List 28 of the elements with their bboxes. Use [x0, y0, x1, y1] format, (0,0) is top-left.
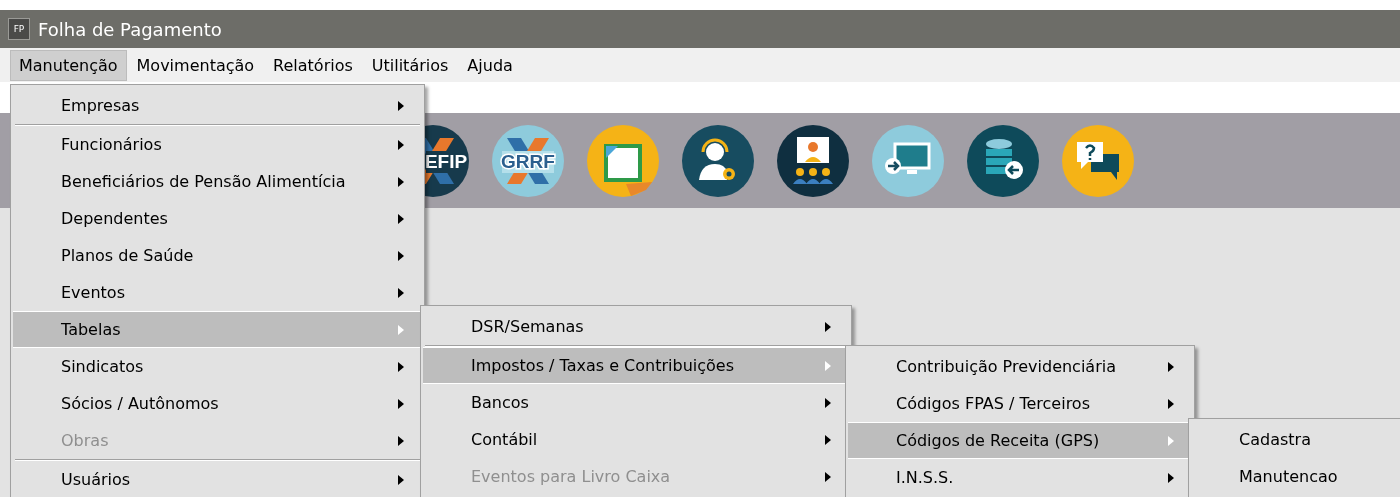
- menu-item[interactable]: Tabelas: [13, 311, 422, 348]
- menu-bar-item[interactable]: Movimentação: [127, 49, 264, 81]
- menu-item[interactable]: Códigos FPAS / Terceiros: [848, 385, 1192, 422]
- menu-item[interactable]: Planos de Saúde: [13, 237, 422, 274]
- window-title: Folha de Pagamento: [38, 18, 222, 40]
- menu-item[interactable]: Sócios / Autônomos: [13, 385, 422, 422]
- menu-bar-item[interactable]: Relatórios: [264, 49, 362, 81]
- menu-item[interactable]: Contábil: [423, 421, 849, 458]
- menu-item[interactable]: Cadastra: [1191, 421, 1399, 458]
- menu-item[interactable]: I.N.S.S.: [848, 459, 1192, 496]
- menu-item[interactable]: Usuários: [13, 461, 422, 497]
- menu-item[interactable]: Manutencao: [1191, 458, 1399, 495]
- menu-item[interactable]: Empresas: [13, 87, 422, 124]
- menu-item[interactable]: DSR/Semanas: [423, 308, 849, 345]
- headset-user-icon[interactable]: [681, 123, 755, 198]
- menu-bar-item[interactable]: Utilitários: [362, 49, 458, 81]
- chat-question-icon[interactable]: [1061, 123, 1135, 198]
- video-meeting-icon[interactable]: [776, 123, 850, 198]
- document-icon[interactable]: [586, 123, 660, 198]
- menu-item[interactable]: Bancos: [423, 384, 849, 421]
- app-icon: FP: [8, 18, 30, 40]
- menu-item[interactable]: Contribuição Previdenciária: [848, 348, 1192, 385]
- menu-item[interactable]: Eventos: [13, 274, 422, 311]
- menu-bar-item[interactable]: Manutenção: [10, 49, 127, 81]
- menu-item[interactable]: Sindicatos: [13, 348, 422, 385]
- x-logo-icon[interactable]: GRRF: [491, 123, 565, 198]
- menu-bar-item[interactable]: Ajuda: [458, 49, 522, 81]
- menu-item[interactable]: Dependentes: [13, 200, 422, 237]
